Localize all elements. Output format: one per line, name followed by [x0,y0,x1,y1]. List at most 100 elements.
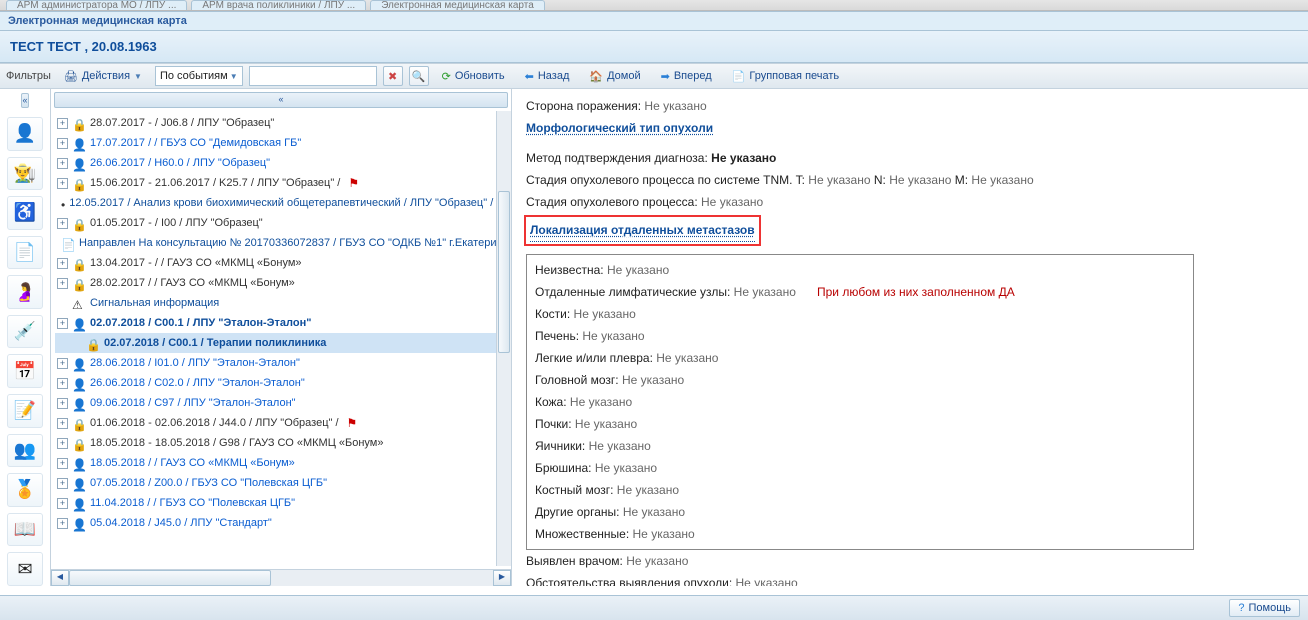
tree-item[interactable]: 🔒02.07.2018 / C00.1 / Терапии поликлиник… [55,333,497,353]
tree-item-link[interactable]: Направлен На консультацию № 201703360728… [79,234,497,252]
tree-item-link[interactable]: 26.06.2017 / H60.0 / ЛПУ "Образец" [90,154,270,172]
tree-item[interactable]: +👤18.05.2018 / / ГАУЗ СО «МКМЦ «Бонум» [55,453,497,473]
search-input[interactable] [249,66,377,86]
sidebar-pregnancy-icon[interactable]: 🤰 [7,275,43,309]
expand-icon[interactable]: + [57,518,68,529]
tree-horizontal-scrollbar[interactable]: ◀▶ [51,569,511,586]
sidebar-group-icon[interactable]: 👥 [7,434,43,468]
tree-item[interactable]: +👤05.04.2018 / J45.0 / ЛПУ "Стандарт" [55,513,497,533]
event-tree[interactable]: +🔒28.07.2017 - / J06.8 / ЛПУ "Образец"+👤… [55,113,497,566]
home-icon: 🏠 [589,70,603,83]
tree-item-link[interactable]: 02.07.2018 / C00.1 / Терапии поликлиника [104,334,326,352]
tree-item-link[interactable]: Сигнальная информация [90,294,219,312]
tree-item-link[interactable]: 07.05.2018 / Z00.0 / ГБУЗ СО "Полевская … [90,474,327,492]
expand-icon[interactable]: + [57,378,68,389]
tree-item[interactable]: +🔒28.02.2017 / / ГАУЗ СО «МКМЦ «Бонум» [55,273,497,293]
expand-icon[interactable]: + [57,498,68,509]
expand-icon[interactable]: + [57,118,68,129]
tree-item-link[interactable]: 13.04.2017 - / / ГАУЗ СО «МКМЦ «Бонум» [90,254,302,272]
sidebar-mail-icon[interactable]: ✉ [7,552,43,586]
item-icon: 👤 [72,476,86,490]
tree-item[interactable]: +🔒15.06.2017 - 21.06.2017 / K25.7 / ЛПУ … [55,173,497,193]
refresh-button[interactable]: ⟳Обновить [435,67,512,86]
tree-item-link[interactable]: 09.06.2018 / C97 / ЛПУ "Эталон-Эталон" [90,394,296,412]
tree-item[interactable]: +👤28.06.2018 / I01.0 / ЛПУ "Эталон-Этало… [55,353,497,373]
tree-item[interactable]: +🔒01.05.2017 - / I00 / ЛПУ "Образец" [55,213,497,233]
tree-item[interactable]: 📄Направлен На консультацию № 20170336072… [55,233,497,253]
tree-item[interactable]: + 👤 07.05.2018 / Z00.0 / ГБУЗ СО "Полевска… [55,473,497,493]
forward-button[interactable]: ➡Вперед [654,67,719,86]
expand-icon[interactable]: + [57,398,68,409]
sidebar-calendar-icon[interactable]: 📅 [7,354,43,388]
tree-item[interactable]: •12.05.2017 / Анализ крови биохимический… [55,193,497,213]
expand-icon[interactable]: + [57,358,68,369]
tree-vertical-scrollbar[interactable] [496,111,511,566]
expand-icon[interactable]: + [57,438,68,449]
home-button[interactable]: 🏠Домой [582,67,647,86]
tree-item[interactable]: ⚠Сигнальная информация [55,293,497,313]
tree-item-link[interactable]: 11.04.2018 / / ГБУЗ СО "Полевская ЦГБ" [90,494,295,512]
circumstance-value: Не указано [736,576,798,586]
tab-emk[interactable]: Электронная медицинская карта [370,0,545,11]
sidebar-person-icon[interactable]: 👤 [7,117,43,151]
help-button[interactable]: ?Помощь [1229,599,1300,617]
expand-icon[interactable]: + [57,458,68,469]
tree-item[interactable]: +🔒28.07.2017 - / J06.8 / ЛПУ "Образец" [55,113,497,133]
collapse-tree-button[interactable]: « [54,92,508,108]
tree-item[interactable]: + 👤 09.06.2018 / C97 / ЛПУ "Эталон-Эталон" [55,393,497,413]
sidebar-note-icon[interactable]: 📝 [7,394,43,428]
tree-item-link[interactable]: 28.07.2017 - / J06.8 / ЛПУ "Образец" [90,114,274,132]
tree-item-link[interactable]: 15.06.2017 - 21.06.2017 / K25.7 / ЛПУ "О… [90,174,340,192]
tree-item-link[interactable]: 18.05.2018 / / ГАУЗ СО «МКМЦ «Бонум» [90,454,295,472]
sidebar-cert-icon[interactable]: 🏅 [7,473,43,507]
tree-item-link[interactable]: 12.05.2017 / Анализ крови биохимический … [69,194,497,212]
expand-icon[interactable]: + [57,158,68,169]
group-print-button[interactable]: 📄Групповая печать [725,67,847,86]
met-value: Не указано [622,373,684,387]
back-button[interactable]: ⬅Назад [518,67,577,86]
tree-item[interactable]: +🔒01.06.2018 - 02.06.2018 / J44.0 / ЛПУ … [55,413,497,433]
find-button[interactable]: 🔍 [409,66,429,86]
tree-item-link[interactable]: 26.06.2018 / C02.0 / ЛПУ "Эталон-Эталон" [90,374,305,392]
tree-item-link[interactable]: 05.04.2018 / J45.0 / ЛПУ "Стандарт" [90,514,272,532]
expand-icon[interactable]: + [57,318,68,329]
tree-item[interactable]: +👤26.06.2018 / C02.0 / ЛПУ "Эталон-Этало… [55,373,497,393]
tree-item[interactable]: +👤11.04.2018 / / ГБУЗ СО "Полевская ЦГБ" [55,493,497,513]
tree-item-link[interactable]: 28.06.2018 / I01.0 / ЛПУ "Эталон-Эталон" [90,354,300,372]
tab-arm-doctor[interactable]: АРМ врача поликлиники / ЛПУ ... [191,0,366,11]
tree-item-link[interactable]: 28.02.2017 / / ГАУЗ СО «МКМЦ «Бонум» [90,274,295,292]
method-label: Метод подтверждения диагноза: [526,151,708,165]
morph-type-link[interactable]: Морфологический тип опухоли [526,121,713,135]
expand-icon[interactable]: + [57,418,68,429]
sidebar-document-icon[interactable]: 📄 [7,236,43,270]
expand-icon[interactable]: + [57,258,68,269]
sidebar-book-icon[interactable]: 📖 [7,513,43,547]
tree-item-link[interactable]: 17.07.2017 / / ГБУЗ СО "Демидовская ГБ" [90,134,301,152]
clear-search-button[interactable]: ✖ [383,66,403,86]
view-mode-combo[interactable]: По событиям▼ [155,66,243,86]
metastasis-row: Легкие и/или плевра: Не указано [535,347,1185,369]
tree-item[interactable]: +👤17.07.2017 / / ГБУЗ СО "Демидовская ГБ… [55,133,497,153]
expand-icon[interactable]: + [57,218,68,229]
collapse-sidebar-button[interactable]: « [21,93,28,108]
item-icon: 👤 [72,396,86,410]
x-icon: ✖ [388,70,397,83]
tab-arm-admin[interactable]: АРМ администратора МО / ЛПУ ... [6,0,187,11]
sidebar-syringe-icon[interactable]: 💉 [7,315,43,349]
expand-icon[interactable]: + [57,278,68,289]
tree-item-link[interactable]: 01.05.2017 - / I00 / ЛПУ "Образец" [90,214,263,232]
actions-menu[interactable]: 🖨 Действия ▼ [57,67,149,86]
sidebar-org-icon[interactable]: 👨‍🌾 [7,157,43,191]
tree-item[interactable]: +🔒18.05.2018 - 18.05.2018 / G98 / ГАУЗ С… [55,433,497,453]
expand-icon[interactable]: + [57,178,68,189]
tree-item-link[interactable]: 18.05.2018 - 18.05.2018 / G98 / ГАУЗ СО … [90,434,383,452]
metastasis-location-link[interactable]: Локализация отдаленных метастазов [530,219,755,242]
tree-item[interactable]: +🔒13.04.2017 - / / ГАУЗ СО «МКМЦ «Бонум» [55,253,497,273]
tree-item[interactable]: +👤02.07.2018 / C00.1 / ЛПУ "Эталон-Этало… [55,313,497,333]
tree-item-link[interactable]: 01.06.2018 - 02.06.2018 / J44.0 / ЛПУ "О… [90,414,339,432]
tree-item[interactable]: +👤26.06.2017 / H60.0 / ЛПУ "Образец" [55,153,497,173]
sidebar-dispensary-icon[interactable]: ♿ [7,196,43,230]
tree-item-link[interactable]: 02.07.2018 / C00.1 / ЛПУ "Эталон-Эталон" [90,314,311,332]
expand-icon[interactable]: + [57,478,68,489]
expand-icon[interactable]: + [57,138,68,149]
